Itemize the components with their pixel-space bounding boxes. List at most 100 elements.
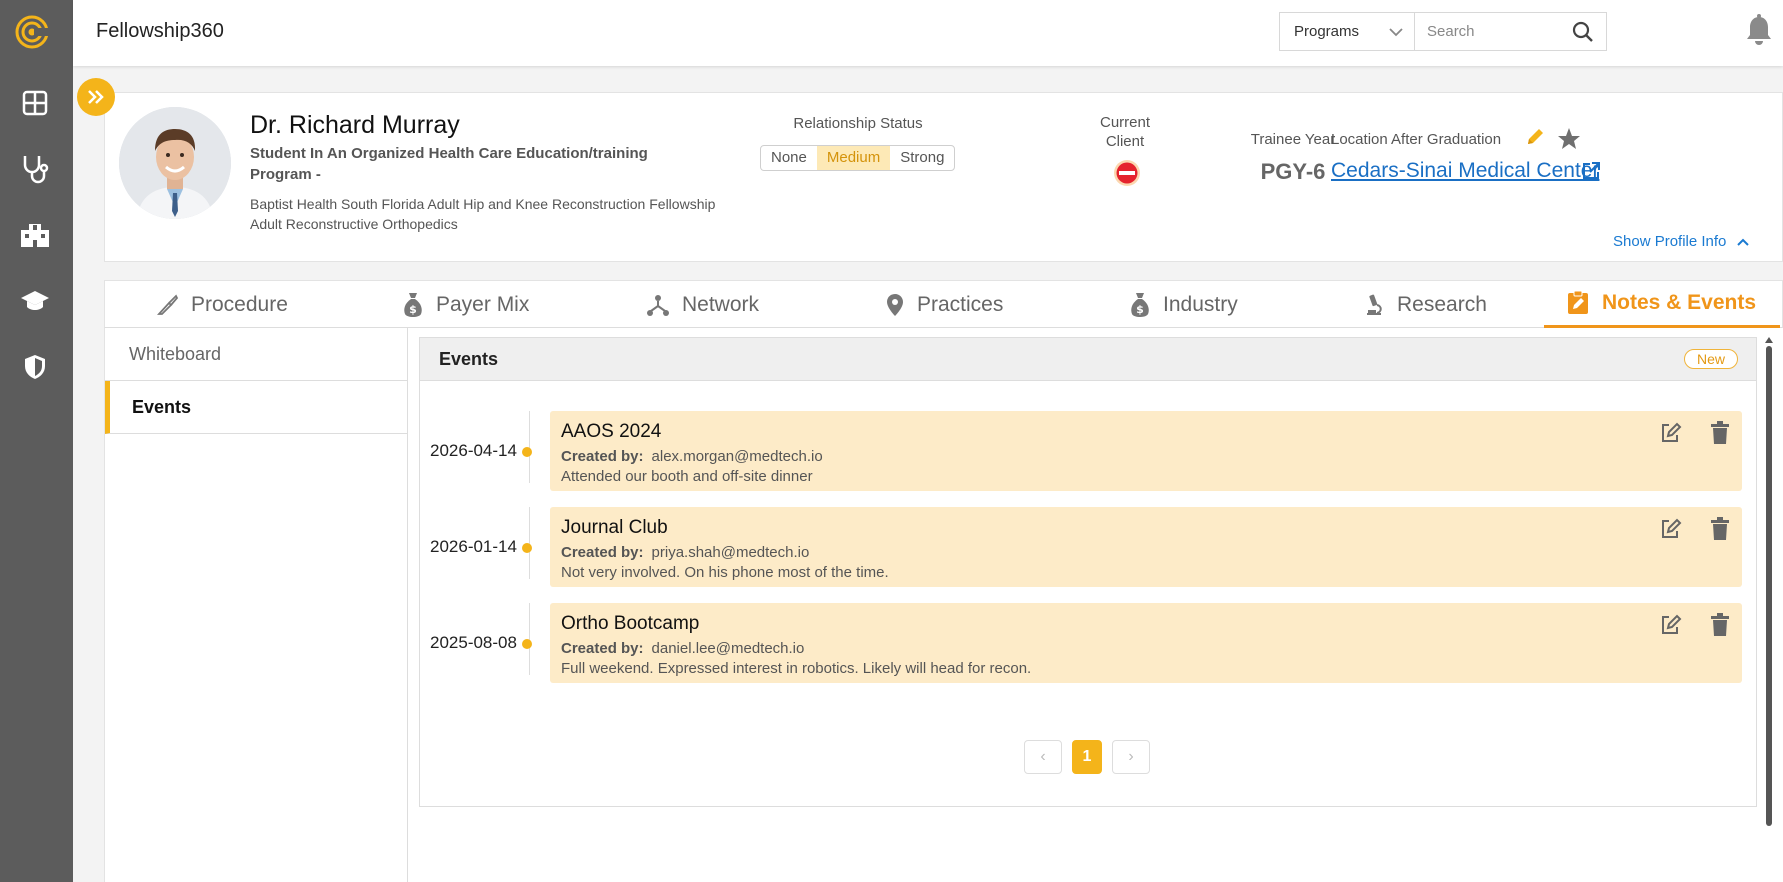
map-pin-icon bbox=[887, 293, 903, 316]
top-bar: Fellowship360 Programs bbox=[73, 0, 1783, 66]
event-title: Journal Club bbox=[561, 517, 668, 538]
event-item: 2026-01-14 Journal Club Created by: priya… bbox=[420, 507, 1758, 587]
relationship-option-strong[interactable]: Strong bbox=[890, 146, 954, 170]
relationship-status-label: Relationship Status bbox=[793, 115, 923, 132]
shield-icon[interactable] bbox=[18, 350, 52, 384]
search-icon[interactable] bbox=[1572, 21, 1594, 43]
profile-photo bbox=[119, 107, 231, 219]
created-by-label: Created by: bbox=[561, 544, 644, 561]
events-header: Events New bbox=[420, 338, 1756, 381]
note-edit-icon bbox=[1568, 290, 1588, 314]
location-link[interactable]: Cedars-Sinai Medical Center bbox=[1331, 159, 1599, 183]
scroll-up-arrow-icon[interactable] bbox=[1764, 336, 1774, 344]
sidebar bbox=[0, 0, 73, 882]
microscope-icon bbox=[1367, 294, 1382, 315]
profile-program: Baptist Health South Florida Adult Hip a… bbox=[250, 194, 715, 234]
profile-card: Dr. Richard Murray Student In An Organiz… bbox=[104, 92, 1783, 262]
chevron-up-icon bbox=[1737, 238, 1750, 246]
tab-network[interactable]: Network bbox=[646, 281, 759, 328]
double-chevron-right-icon bbox=[88, 90, 104, 104]
network-icon bbox=[647, 294, 669, 316]
subnav-whiteboard[interactable]: Whiteboard bbox=[105, 328, 408, 381]
tab-notes-events[interactable]: Notes & Events bbox=[1544, 281, 1780, 328]
edit-icon[interactable] bbox=[1660, 614, 1682, 636]
tab-payer-mix[interactable]: $ Payer Mix bbox=[402, 281, 529, 328]
sub-navigation: Whiteboard Events bbox=[105, 328, 408, 882]
current-client-label: Current Client bbox=[1099, 114, 1151, 150]
relationship-option-medium[interactable]: Medium bbox=[816, 146, 891, 170]
event-date: 2025-08-08 bbox=[430, 633, 517, 652]
program-specialty: Adult Reconstructive Orthopedics bbox=[250, 216, 458, 232]
scrollbar-thumb[interactable] bbox=[1766, 346, 1772, 826]
show-profile-info-button[interactable]: Show Profile Info bbox=[1613, 233, 1750, 250]
external-link-icon[interactable] bbox=[1581, 161, 1601, 181]
expand-sidebar-button[interactable] bbox=[77, 78, 115, 116]
scalpel-icon bbox=[157, 293, 179, 315]
stethoscope-icon[interactable] bbox=[18, 152, 52, 186]
event-card[interactable]: AAOS 2024 Created by: alex.morgan@medtech… bbox=[550, 411, 1742, 491]
show-profile-info-label: Show Profile Info bbox=[1613, 233, 1727, 250]
relationship-status-toggle: None Medium Strong bbox=[760, 145, 956, 171]
bell-icon[interactable] bbox=[1745, 14, 1773, 46]
trash-icon[interactable] bbox=[1710, 421, 1730, 445]
event-date: 2026-04-14 bbox=[430, 441, 517, 460]
timeline-dot bbox=[522, 639, 532, 649]
events-panel: Events New 2026-04-14 AAOS 2024 Created … bbox=[419, 337, 1757, 807]
event-note: Not very involved. On his phone most of … bbox=[561, 564, 889, 581]
event-note: Attended our booth and off-site dinner bbox=[561, 468, 813, 485]
tab-label: Industry bbox=[1163, 292, 1238, 316]
events-title: Events bbox=[439, 348, 499, 369]
star-icon[interactable] bbox=[1557, 127, 1581, 151]
edit-icon[interactable] bbox=[1660, 518, 1682, 540]
event-item: 2026-04-14 AAOS 2024 Created by: alex.mor… bbox=[420, 411, 1758, 491]
programs-select[interactable]: Programs bbox=[1279, 12, 1415, 51]
search-input[interactable] bbox=[1415, 13, 1565, 50]
tab-research[interactable]: Research bbox=[1363, 281, 1487, 328]
no-entry-icon[interactable] bbox=[1113, 159, 1141, 187]
trash-icon[interactable] bbox=[1710, 613, 1730, 637]
trash-icon[interactable] bbox=[1710, 517, 1730, 541]
created-by-email: daniel.lee@medtech.io bbox=[651, 640, 805, 657]
event-created-by: Created by: daniel.lee@medtech.io bbox=[561, 640, 804, 657]
tab-label: Research bbox=[1397, 292, 1487, 316]
hospital-icon[interactable] bbox=[18, 218, 52, 252]
scrollbar[interactable] bbox=[1764, 336, 1774, 826]
program-name: Baptist Health South Florida Adult Hip a… bbox=[250, 196, 716, 212]
edit-icon[interactable] bbox=[1660, 422, 1682, 444]
svg-text:$: $ bbox=[1136, 303, 1144, 316]
relationship-option-none[interactable]: None bbox=[761, 146, 817, 170]
event-created-by: Created by: priya.shah@medtech.io bbox=[561, 544, 809, 561]
created-by-label: Created by: bbox=[561, 640, 644, 657]
location-label: Location After Graduation bbox=[1331, 131, 1502, 148]
search-box bbox=[1415, 12, 1607, 51]
programs-select-value: Programs bbox=[1294, 23, 1360, 40]
tab-label: Practices bbox=[917, 292, 1004, 316]
event-date: 2026-01-14 bbox=[430, 537, 517, 556]
tab-practices[interactable]: Practices bbox=[885, 281, 1003, 328]
event-card[interactable]: Ortho Bootcamp Created by: daniel.lee@med… bbox=[550, 603, 1742, 683]
pencil-icon[interactable] bbox=[1525, 127, 1545, 147]
next-page-button[interactable]: › bbox=[1112, 740, 1150, 774]
created-by-label: Created by: bbox=[561, 448, 644, 465]
event-card[interactable]: Journal Club Created by: priya.shah@medte… bbox=[550, 507, 1742, 587]
tab-label: Notes & Events bbox=[1602, 291, 1757, 314]
chevron-down-icon bbox=[1389, 28, 1403, 37]
graduation-cap-icon[interactable] bbox=[18, 284, 52, 318]
tab-procedure[interactable]: Procedure bbox=[157, 281, 288, 328]
event-item: 2025-08-08 Ortho Bootcamp Created by: dan… bbox=[420, 603, 1758, 683]
tab-label: Network bbox=[682, 292, 760, 316]
new-event-button[interactable]: New bbox=[1683, 349, 1738, 369]
profile-role: Student In An Organized Health Care Educ… bbox=[250, 145, 648, 183]
prev-page-button[interactable]: ‹ bbox=[1024, 740, 1062, 774]
subnav-events[interactable]: Events bbox=[105, 381, 408, 434]
profile-name: Dr. Richard Murray bbox=[250, 111, 460, 139]
tab-industry[interactable]: $ Industry bbox=[1129, 281, 1238, 328]
logo-icon[interactable] bbox=[12, 14, 52, 50]
tab-bar: Procedure $ Payer Mix Network Practices … bbox=[104, 280, 1783, 328]
svg-text:$: $ bbox=[409, 303, 417, 316]
created-by-email: alex.morgan@medtech.io bbox=[651, 448, 823, 465]
tab-label: Payer Mix bbox=[436, 292, 530, 316]
page-1-button[interactable]: 1 bbox=[1072, 740, 1102, 774]
dashboard-icon[interactable] bbox=[18, 86, 52, 120]
event-title: AAOS 2024 bbox=[561, 421, 662, 442]
